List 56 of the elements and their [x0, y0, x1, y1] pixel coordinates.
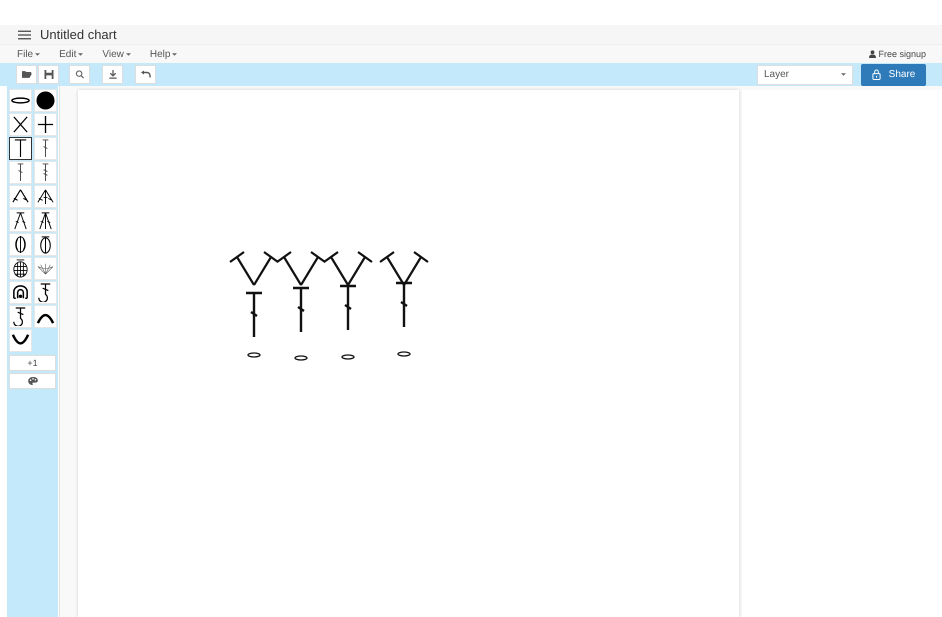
stitch-inc3-icon	[36, 187, 55, 206]
stitch-inc-button[interactable]	[9, 185, 32, 208]
menu-item[interactable]: Edit	[59, 48, 84, 60]
signup-link[interactable]: Free signup	[869, 49, 926, 59]
stitch-oval-button[interactable]	[34, 233, 57, 256]
folder-icon	[22, 70, 32, 79]
stitch-dc-button[interactable]	[34, 137, 57, 160]
stitch-bobble-icon	[11, 283, 30, 302]
stitch-arch-button[interactable]	[34, 305, 57, 328]
stitch-chain-button[interactable]	[9, 89, 32, 112]
stitch-dec-button[interactable]	[9, 209, 32, 232]
menu-item[interactable]: View	[102, 48, 131, 60]
stitch-puff-button[interactable]	[9, 233, 32, 256]
stitch-cross-button[interactable]	[9, 113, 32, 136]
stitch-bobble-button[interactable]	[9, 281, 32, 304]
stitch-hook-button[interactable]	[34, 281, 57, 304]
counter-button[interactable]: +1	[9, 355, 56, 371]
stitch-popcorn-icon	[11, 259, 30, 278]
search-icon	[74, 70, 84, 79]
color-palette-button[interactable]	[9, 373, 56, 389]
stitch-plus-icon	[36, 115, 55, 134]
stitch-cross-icon	[11, 115, 30, 134]
palette-icon	[28, 377, 38, 385]
caret-icon	[841, 73, 846, 76]
stitch-dec3-button[interactable]	[34, 209, 57, 232]
menu-item[interactable]: Help	[150, 48, 178, 60]
stitch-inc3-button[interactable]	[34, 185, 57, 208]
zoom-button[interactable]	[69, 65, 90, 84]
stitch-popcorn-button[interactable]	[9, 257, 32, 280]
stitch-slip-icon	[36, 91, 55, 110]
caret-icon	[126, 52, 131, 56]
chart-title[interactable]: Untitled chart	[40, 27, 117, 42]
share-button[interactable]: Share	[861, 64, 926, 86]
floppy-icon	[44, 70, 54, 79]
user-icon	[869, 50, 876, 58]
save-button[interactable]	[38, 65, 59, 84]
caret-icon	[35, 52, 40, 56]
stitch-dc-button[interactable]	[9, 161, 32, 184]
stitch-tall-button[interactable]	[9, 137, 32, 160]
open-button[interactable]	[16, 65, 37, 84]
download-button[interactable]	[102, 65, 123, 84]
caret-icon	[78, 52, 84, 56]
undo-icon	[140, 70, 150, 79]
stitch-plus-button[interactable]	[34, 113, 57, 136]
caret-icon	[172, 52, 178, 56]
stitch-slip-button[interactable]	[34, 89, 57, 112]
menu-icon[interactable]	[18, 30, 31, 40]
undo-button[interactable]	[135, 65, 156, 84]
download-icon	[108, 70, 118, 79]
lock-icon	[872, 69, 881, 80]
layer-select[interactable]: Layer	[757, 64, 853, 84]
menu-item[interactable]: File	[17, 48, 40, 60]
stitch-hook-button[interactable]	[9, 305, 32, 328]
stitch-tr-button[interactable]	[34, 161, 57, 184]
stitch-cup-button[interactable]	[9, 329, 32, 352]
stitch-fan-button[interactable]	[34, 257, 57, 280]
